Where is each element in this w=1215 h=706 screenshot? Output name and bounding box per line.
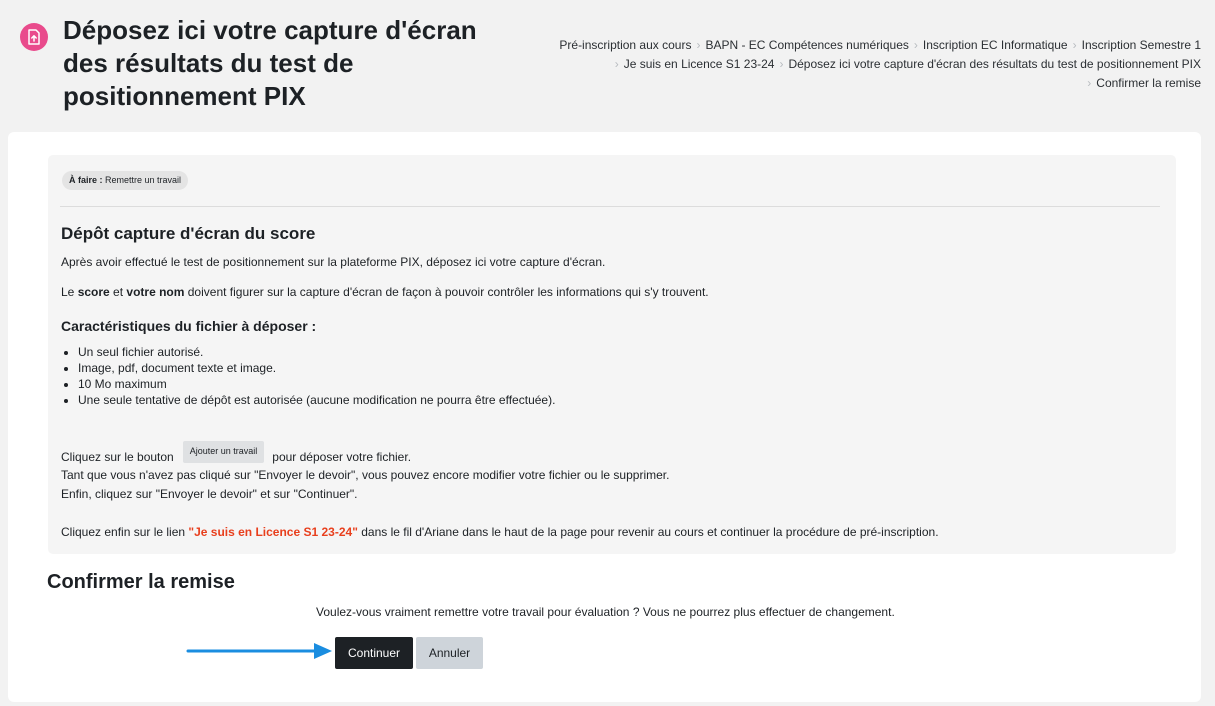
bold-name: votre nom: [126, 285, 185, 299]
todo-badge: À faire : Remettre un travail: [62, 171, 189, 190]
text-fragment: Cliquez sur le bouton: [61, 450, 174, 464]
text-fragment: et: [109, 285, 127, 299]
cancel-button[interactable]: Annuler: [416, 637, 483, 669]
continue-button[interactable]: Continuer: [335, 637, 413, 669]
divider: [60, 206, 1160, 207]
file-requirements-list: Un seul fichier autorisé. Image, pdf, do…: [78, 344, 555, 408]
description-paragraph-2: Le score et votre nom doivent figurer su…: [61, 285, 709, 299]
chevron-right-icon: ›: [1072, 38, 1077, 52]
chevron-right-icon: ›: [1087, 76, 1092, 90]
page-header: Déposez ici votre capture d'écran des ré…: [0, 0, 1215, 132]
list-item: Un seul fichier autorisé.: [78, 344, 555, 360]
chevron-right-icon: ›: [779, 57, 784, 71]
description-title: Dépôt capture d'écran du score: [61, 224, 316, 243]
assignment-upload-icon: [20, 23, 48, 51]
text-fragment: Le: [61, 285, 78, 299]
breadcrumb-item-current: Confirmer la remise: [1096, 76, 1201, 90]
page-title: Déposez ici votre capture d'écran des ré…: [63, 15, 477, 111]
todo-text: Remettre un travail: [105, 175, 182, 185]
breadcrumb-item-licence-s1[interactable]: Je suis en Licence S1 23-24: [624, 57, 775, 71]
breadcrumb-item-inscription-ec[interactable]: Inscription EC Informatique: [923, 38, 1068, 52]
todo-label: À faire :: [69, 175, 103, 185]
instruction-paragraph-4: Tant que vous n'avez pas cliqué sur "Env…: [61, 468, 670, 482]
chevron-right-icon: ›: [913, 38, 918, 52]
text-fragment: doivent figurer sur la capture d'écran d…: [184, 285, 709, 299]
text-fragment: pour déposer votre fichier.: [272, 450, 412, 464]
confirm-heading: Confirmer la remise: [47, 571, 235, 593]
text-fragment: Cliquez enfin sur le lien: [61, 525, 189, 539]
breadcrumb-item-depot[interactable]: Déposez ici votre capture d'écran des ré…: [788, 57, 1201, 71]
breadcrumb: Pré-inscription aux cours › BAPN - EC Comp…: [481, 36, 1201, 93]
breadcrumb-item-semestre-1[interactable]: Inscription Semestre 1: [1082, 38, 1201, 52]
instruction-add-work: Cliquez sur le bouton Ajouter un travail p…: [61, 441, 412, 468]
list-item: Image, pdf, document texte et image.: [78, 360, 555, 376]
text-fragment: dans le fil d'Ariane dans le haut de la …: [357, 525, 939, 539]
instruction-paragraph-5: Enfin, cliquez sur "Envoyer le devoir" e…: [61, 487, 358, 501]
breadcrumb-item-bapn[interactable]: BAPN - EC Compétences numériques: [705, 38, 908, 52]
breadcrumb-item-preinscription[interactable]: Pré-inscription aux cours: [559, 38, 691, 52]
arrow-right-icon: [186, 643, 332, 659]
instruction-paragraph-6: Cliquez enfin sur le lien "Je suis en Li…: [61, 525, 939, 539]
bold-score: score: [77, 285, 110, 299]
file-requirements-heading: Caractéristiques du fichier à déposer :: [61, 318, 317, 334]
add-work-button-image: Ajouter un travail: [182, 441, 265, 463]
list-item: 10 Mo maximum: [78, 376, 555, 392]
description-paragraph-1: Après avoir effectué le test de position…: [61, 255, 606, 269]
chevron-right-icon: ›: [614, 57, 619, 71]
list-item: Une seule tentative de dépôt est autoris…: [78, 392, 555, 408]
chevron-right-icon: ›: [696, 38, 701, 52]
confirm-message: Voulez-vous vraiment remettre votre trav…: [316, 605, 895, 619]
licence-link-text: "Je suis en Licence S1 23-24": [188, 525, 358, 539]
